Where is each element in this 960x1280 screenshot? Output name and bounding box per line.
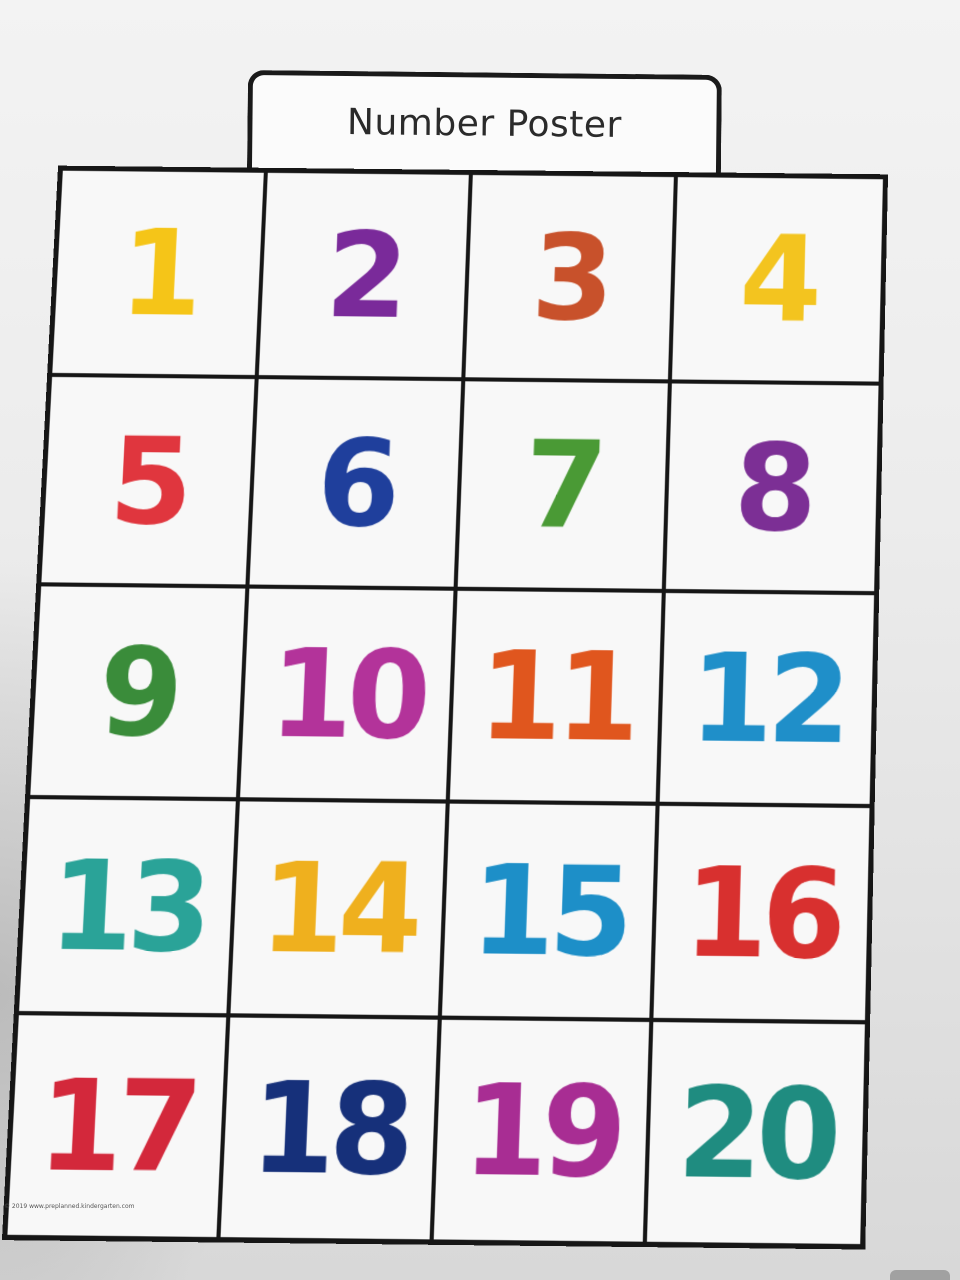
number-cell: 14 [230,801,450,1020]
corner-object [890,1270,950,1280]
number-cell: 9 [30,586,250,802]
poster-title: Number Poster [346,102,623,146]
number-cell: 6 [249,379,466,591]
number-cell: 11 [449,590,666,806]
number-label: 20 [675,1058,837,1208]
number-cell: 3 [465,174,678,384]
number-label: 11 [476,623,636,769]
poster-title-tab: Number Poster [246,70,722,177]
number-label: 5 [106,409,191,552]
number-cell: 15 [441,803,660,1023]
number-label: 10 [266,621,428,767]
number-cell: 7 [457,381,672,594]
number-label: 3 [529,207,611,347]
number-poster: Number Poster 1 2 3 4 5 6 7 8 9 10 11 12… [0,0,960,1280]
number-label: 1 [116,202,200,343]
number-cell: 4 [671,177,883,386]
number-label: 18 [247,1053,412,1203]
number-cell: 20 [646,1022,865,1245]
number-grid-wrapper: 1 2 3 4 5 6 7 8 9 10 11 12 13 14 15 16 1… [1,165,889,1250]
number-cell: 5 [41,376,259,589]
number-grid: 1 2 3 4 5 6 7 8 9 10 11 12 13 14 15 16 1… [1,165,889,1250]
number-cell: 16 [653,805,870,1025]
number-cell: 19 [433,1019,654,1242]
number-label: 4 [737,209,818,350]
number-label: 17 [34,1051,200,1201]
number-label: 7 [522,413,604,556]
number-cell: 8 [665,383,879,596]
number-cell: 10 [239,588,458,804]
number-label: 8 [732,416,813,559]
number-cell: 2 [258,172,473,382]
number-label: 6 [314,411,398,554]
number-label: 14 [257,834,420,982]
number-cell: 12 [659,593,875,809]
number-cell: 1 [52,170,268,380]
number-label: 15 [468,836,630,985]
number-label: 12 [687,625,847,771]
number-label: 13 [45,832,210,980]
number-label: 16 [681,839,842,987]
number-cell: 18 [220,1017,442,1240]
copyright-note: © 2019 www.preplanned.kindergarten.com [4,1203,135,1210]
number-label: 19 [460,1055,623,1206]
number-label: 2 [323,204,406,345]
number-label: 9 [95,619,181,764]
number-cell: 13 [18,799,240,1018]
